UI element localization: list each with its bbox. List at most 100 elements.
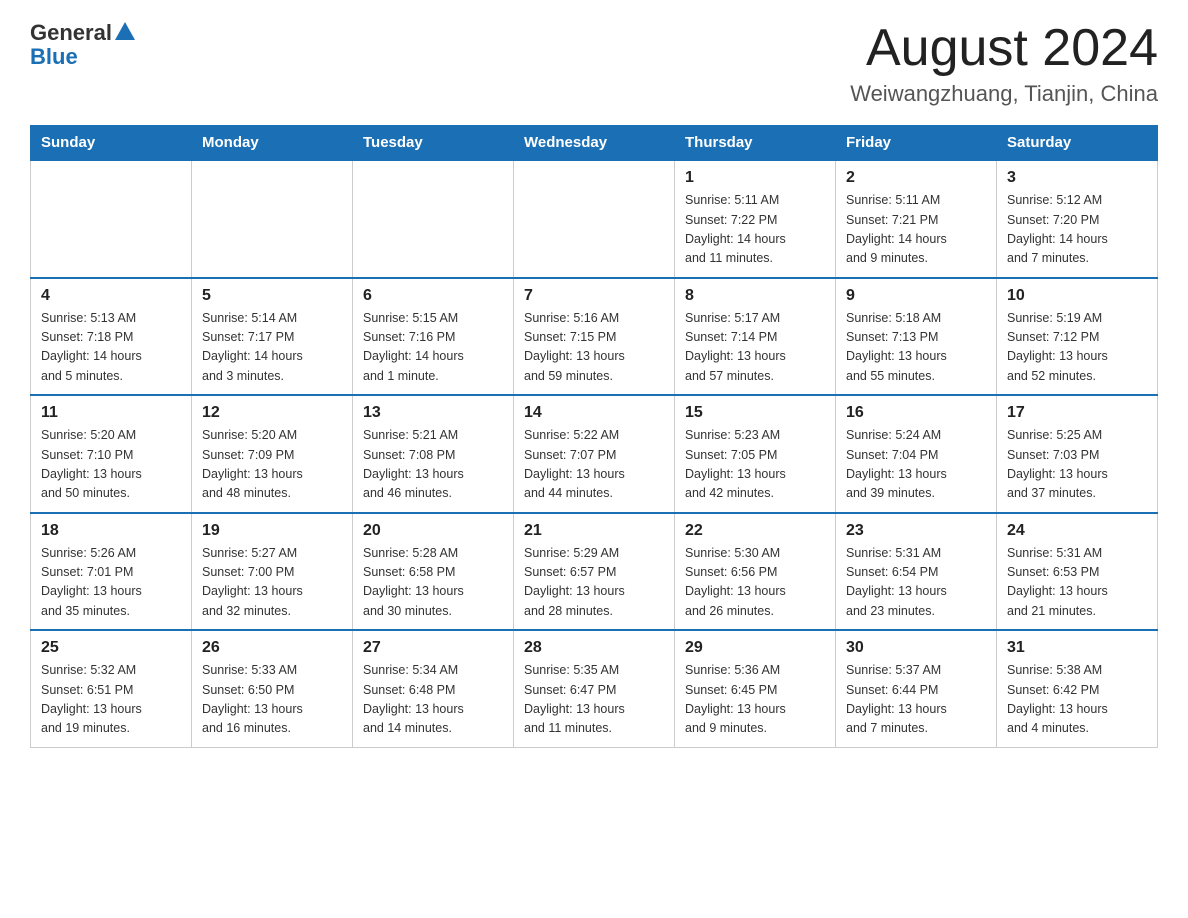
day-number: 12	[202, 404, 342, 422]
calendar-day-cell: 14 Sunrise: 5:22 AMSunset: 7:07 PMDayligh…	[514, 395, 675, 513]
day-info: Sunrise: 5:36 AMSunset: 6:45 PMDaylight:…	[685, 661, 825, 739]
day-info: Sunrise: 5:19 AMSunset: 7:12 PMDaylight:…	[1007, 309, 1147, 387]
day-number: 8	[685, 287, 825, 305]
calendar-weekday-saturday: Saturday	[997, 126, 1158, 161]
day-info: Sunrise: 5:21 AMSunset: 7:08 PMDaylight:…	[363, 426, 503, 504]
day-info: Sunrise: 5:31 AMSunset: 6:54 PMDaylight:…	[846, 544, 986, 622]
logo-blue-text: Blue	[30, 44, 78, 70]
calendar-day-cell: 3Sunrise: 5:12 AMSunset: 7:20 PMDaylight…	[997, 160, 1158, 278]
calendar-day-cell: 13 Sunrise: 5:21 AMSunset: 7:08 PMDayligh…	[353, 395, 514, 513]
calendar-day-cell: 19 Sunrise: 5:27 AMSunset: 7:00 PMDayligh…	[192, 513, 353, 631]
day-number: 10	[1007, 287, 1147, 305]
day-number: 1	[685, 169, 825, 187]
day-number: 14	[524, 404, 664, 422]
day-number: 9	[846, 287, 986, 305]
calendar-week-row: 25 Sunrise: 5:32 AMSunset: 6:51 PMDayligh…	[31, 630, 1158, 747]
calendar-week-row: 1 Sunrise: 5:11 AMSunset: 7:22 PMDaylight…	[31, 160, 1158, 278]
calendar-day-cell: 22 Sunrise: 5:30 AMSunset: 6:56 PMDayligh…	[675, 513, 836, 631]
day-number: 22	[685, 522, 825, 540]
day-number: 25	[41, 639, 181, 657]
calendar-day-cell: 24Sunrise: 5:31 AMSunset: 6:53 PMDayligh…	[997, 513, 1158, 631]
calendar-day-cell	[514, 160, 675, 278]
day-info: Sunrise: 5:35 AMSunset: 6:47 PMDaylight:…	[524, 661, 664, 739]
day-info: Sunrise: 5:27 AMSunset: 7:00 PMDaylight:…	[202, 544, 342, 622]
calendar-day-cell: 28 Sunrise: 5:35 AMSunset: 6:47 PMDayligh…	[514, 630, 675, 747]
day-number: 2	[846, 169, 986, 187]
day-info: Sunrise: 5:13 AMSunset: 7:18 PMDaylight:…	[41, 309, 181, 387]
day-info: Sunrise: 5:33 AMSunset: 6:50 PMDaylight:…	[202, 661, 342, 739]
calendar-week-row: 11 Sunrise: 5:20 AMSunset: 7:10 PMDayligh…	[31, 395, 1158, 513]
day-number: 16	[846, 404, 986, 422]
calendar-day-cell: 26 Sunrise: 5:33 AMSunset: 6:50 PMDayligh…	[192, 630, 353, 747]
calendar-week-row: 4 Sunrise: 5:13 AMSunset: 7:18 PMDaylight…	[31, 278, 1158, 396]
day-info: Sunrise: 5:32 AMSunset: 6:51 PMDaylight:…	[41, 661, 181, 739]
calendar-week-row: 18 Sunrise: 5:26 AMSunset: 7:01 PMDayligh…	[31, 513, 1158, 631]
day-number: 27	[363, 639, 503, 657]
calendar-weekday-wednesday: Wednesday	[514, 126, 675, 161]
day-number: 6	[363, 287, 503, 305]
day-number: 13	[363, 404, 503, 422]
calendar-day-cell	[192, 160, 353, 278]
calendar-day-cell: 18 Sunrise: 5:26 AMSunset: 7:01 PMDayligh…	[31, 513, 192, 631]
calendar-day-cell: 27 Sunrise: 5:34 AMSunset: 6:48 PMDayligh…	[353, 630, 514, 747]
calendar-day-cell: 10 Sunrise: 5:19 AMSunset: 7:12 PMDayligh…	[997, 278, 1158, 396]
day-number: 3	[1007, 169, 1147, 187]
day-number: 26	[202, 639, 342, 657]
day-info: Sunrise: 5:26 AMSunset: 7:01 PMDaylight:…	[41, 544, 181, 622]
logo-triangle-icon	[115, 22, 135, 40]
location-subtitle: Weiwangzhuang, Tianjin, China	[850, 81, 1158, 107]
day-info: Sunrise: 5:23 AMSunset: 7:05 PMDaylight:…	[685, 426, 825, 504]
day-number: 28	[524, 639, 664, 657]
day-info: Sunrise: 5:29 AMSunset: 6:57 PMDaylight:…	[524, 544, 664, 622]
day-number: 30	[846, 639, 986, 657]
month-title: August 2024	[850, 20, 1158, 77]
day-number: 15	[685, 404, 825, 422]
day-number: 17	[1007, 404, 1147, 422]
day-info: Sunrise: 5:38 AMSunset: 6:42 PMDaylight:…	[1007, 661, 1147, 739]
calendar-day-cell: 15 Sunrise: 5:23 AMSunset: 7:05 PMDayligh…	[675, 395, 836, 513]
day-info: Sunrise: 5:30 AMSunset: 6:56 PMDaylight:…	[685, 544, 825, 622]
calendar-day-cell: 5Sunrise: 5:14 AMSunset: 7:17 PMDaylight…	[192, 278, 353, 396]
calendar-day-cell: 9 Sunrise: 5:18 AMSunset: 7:13 PMDaylight…	[836, 278, 997, 396]
day-info: Sunrise: 5:31 AMSunset: 6:53 PMDaylight:…	[1007, 544, 1147, 622]
calendar-day-cell: 31 Sunrise: 5:38 AMSunset: 6:42 PMDayligh…	[997, 630, 1158, 747]
calendar-day-cell	[353, 160, 514, 278]
calendar-table: SundayMondayTuesdayWednesdayThursdayFrid…	[30, 125, 1158, 748]
calendar-weekday-monday: Monday	[192, 126, 353, 161]
day-info: Sunrise: 5:16 AMSunset: 7:15 PMDaylight:…	[524, 309, 664, 387]
calendar-weekday-sunday: Sunday	[31, 126, 192, 161]
day-info: Sunrise: 5:25 AMSunset: 7:03 PMDaylight:…	[1007, 426, 1147, 504]
day-info: Sunrise: 5:37 AMSunset: 6:44 PMDaylight:…	[846, 661, 986, 739]
day-info: Sunrise: 5:18 AMSunset: 7:13 PMDaylight:…	[846, 309, 986, 387]
day-number: 19	[202, 522, 342, 540]
calendar-header-row: SundayMondayTuesdayWednesdayThursdayFrid…	[31, 126, 1158, 161]
calendar-day-cell: 30 Sunrise: 5:37 AMSunset: 6:44 PMDayligh…	[836, 630, 997, 747]
calendar-day-cell: 29Sunrise: 5:36 AMSunset: 6:45 PMDayligh…	[675, 630, 836, 747]
day-info: Sunrise: 5:20 AMSunset: 7:09 PMDaylight:…	[202, 426, 342, 504]
calendar-day-cell: 16Sunrise: 5:24 AMSunset: 7:04 PMDayligh…	[836, 395, 997, 513]
calendar-day-cell: 6 Sunrise: 5:15 AMSunset: 7:16 PMDaylight…	[353, 278, 514, 396]
day-number: 20	[363, 522, 503, 540]
day-number: 21	[524, 522, 664, 540]
day-info: Sunrise: 5:11 AMSunset: 7:21 PMDaylight:…	[846, 191, 986, 269]
day-number: 4	[41, 287, 181, 305]
calendar-day-cell: 17 Sunrise: 5:25 AMSunset: 7:03 PMDayligh…	[997, 395, 1158, 513]
day-number: 31	[1007, 639, 1147, 657]
calendar-day-cell: 20 Sunrise: 5:28 AMSunset: 6:58 PMDayligh…	[353, 513, 514, 631]
day-info: Sunrise: 5:15 AMSunset: 7:16 PMDaylight:…	[363, 309, 503, 387]
calendar-day-cell: 12 Sunrise: 5:20 AMSunset: 7:09 PMDayligh…	[192, 395, 353, 513]
day-number: 11	[41, 404, 181, 422]
title-section: August 2024 Weiwangzhuang, Tianjin, Chin…	[850, 20, 1158, 107]
day-info: Sunrise: 5:20 AMSunset: 7:10 PMDaylight:…	[41, 426, 181, 504]
calendar-weekday-tuesday: Tuesday	[353, 126, 514, 161]
calendar-weekday-thursday: Thursday	[675, 126, 836, 161]
day-info: Sunrise: 5:14 AMSunset: 7:17 PMDaylight:…	[202, 309, 342, 387]
day-info: Sunrise: 5:28 AMSunset: 6:58 PMDaylight:…	[363, 544, 503, 622]
day-info: Sunrise: 5:22 AMSunset: 7:07 PMDaylight:…	[524, 426, 664, 504]
calendar-day-cell: 23Sunrise: 5:31 AMSunset: 6:54 PMDayligh…	[836, 513, 997, 631]
day-number: 18	[41, 522, 181, 540]
logo: General Blue	[30, 20, 135, 70]
day-info: Sunrise: 5:11 AMSunset: 7:22 PMDaylight:…	[685, 191, 825, 269]
day-info: Sunrise: 5:17 AMSunset: 7:14 PMDaylight:…	[685, 309, 825, 387]
day-info: Sunrise: 5:34 AMSunset: 6:48 PMDaylight:…	[363, 661, 503, 739]
